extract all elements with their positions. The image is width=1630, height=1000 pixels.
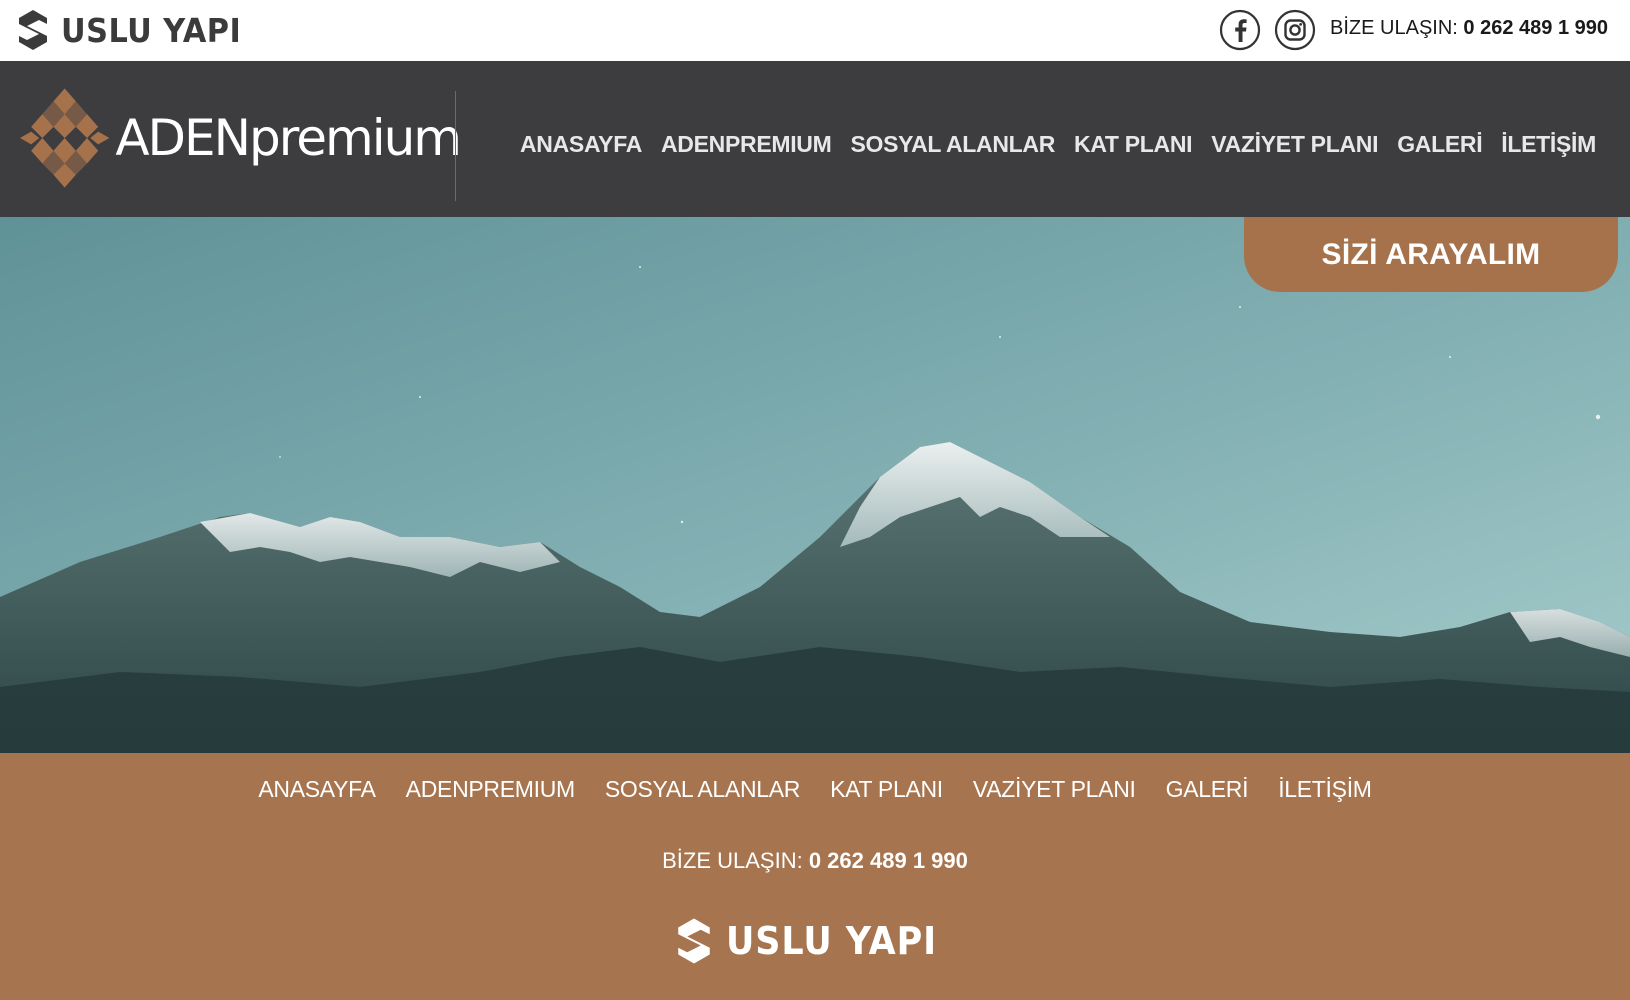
main-header: ADENpremium ANASAYFA ADENPREMIUM SOSYAL … — [0, 61, 1630, 217]
footer: ANASAYFA ADENPREMIUM SOSYAL ALANLAR KAT … — [0, 753, 1630, 1000]
footer-contact: BİZE ULAŞIN: 0 262 489 1 990 — [0, 848, 1630, 874]
footer-nav-item-galeri[interactable]: GALERİ — [1166, 776, 1249, 803]
nav-item-vaziyet-plani[interactable]: VAZİYET PLANI — [1211, 131, 1378, 158]
hero-mountain-image — [0, 217, 1630, 753]
nav-item-adenpremium[interactable]: ADENPREMIUM — [661, 131, 832, 158]
nav-item-anasayfa[interactable]: ANASAYFA — [520, 131, 642, 158]
adenpremium-logo[interactable]: ADENpremium — [20, 73, 462, 203]
footer-uslu-yapi-logo[interactable]: USLU YAPI — [676, 913, 955, 969]
call-me-button[interactable]: SİZİ ARAYALIM — [1244, 217, 1618, 292]
logo-divider — [455, 91, 456, 201]
uslu-yapi-logo[interactable]: USLU YAPI — [17, 7, 257, 53]
footer-contact-label: BİZE ULAŞIN: — [662, 848, 803, 873]
adenpremium-logo-text: ADENpremium — [115, 109, 462, 167]
instagram-icon[interactable] — [1274, 9, 1316, 51]
footer-brand-text: USLU YAPI — [726, 919, 938, 963]
footer-nav-item-vaziyet-plani[interactable]: VAZİYET PLANI — [973, 776, 1136, 803]
nav-item-sosyal-alanlar[interactable]: SOSYAL ALANLAR — [850, 131, 1055, 158]
top-contact-label: BİZE ULAŞIN: — [1330, 17, 1458, 39]
main-nav-menu: ANASAYFA ADENPREMIUM SOSYAL ALANLAR KAT … — [520, 131, 1596, 158]
top-contact: BİZE ULAŞIN: 0 262 489 1 990 — [1330, 17, 1608, 40]
top-bar: USLU YAPI BİZE ULAŞIN: 0 262 489 1 990 — [0, 0, 1630, 61]
uslu-s-emblem-icon — [678, 918, 710, 964]
footer-nav-item-anasayfa[interactable]: ANASAYFA — [258, 776, 376, 803]
top-contact-phone[interactable]: 0 262 489 1 990 — [1463, 17, 1608, 39]
footer-nav-item-adenpremium[interactable]: ADENPREMIUM — [406, 776, 576, 803]
diamond-pattern-icon — [20, 88, 110, 188]
facebook-icon[interactable] — [1219, 9, 1261, 51]
footer-nav-item-kat-plani[interactable]: KAT PLANI — [830, 776, 943, 803]
nav-item-galeri[interactable]: GALERİ — [1397, 131, 1482, 158]
nav-item-iletisim[interactable]: İLETİŞİM — [1501, 131, 1596, 158]
uslu-s-emblem-icon — [19, 10, 47, 50]
footer-contact-phone[interactable]: 0 262 489 1 990 — [809, 848, 968, 873]
footer-nav-item-iletisim[interactable]: İLETİŞİM — [1278, 776, 1372, 803]
nav-item-kat-plani[interactable]: KAT PLANI — [1074, 131, 1193, 158]
footer-nav-item-sosyal-alanlar[interactable]: SOSYAL ALANLAR — [605, 776, 801, 803]
uslu-yapi-brand-text: USLU YAPI — [61, 10, 242, 50]
footer-nav-menu: ANASAYFA ADENPREMIUM SOSYAL ALANLAR KAT … — [0, 776, 1630, 803]
